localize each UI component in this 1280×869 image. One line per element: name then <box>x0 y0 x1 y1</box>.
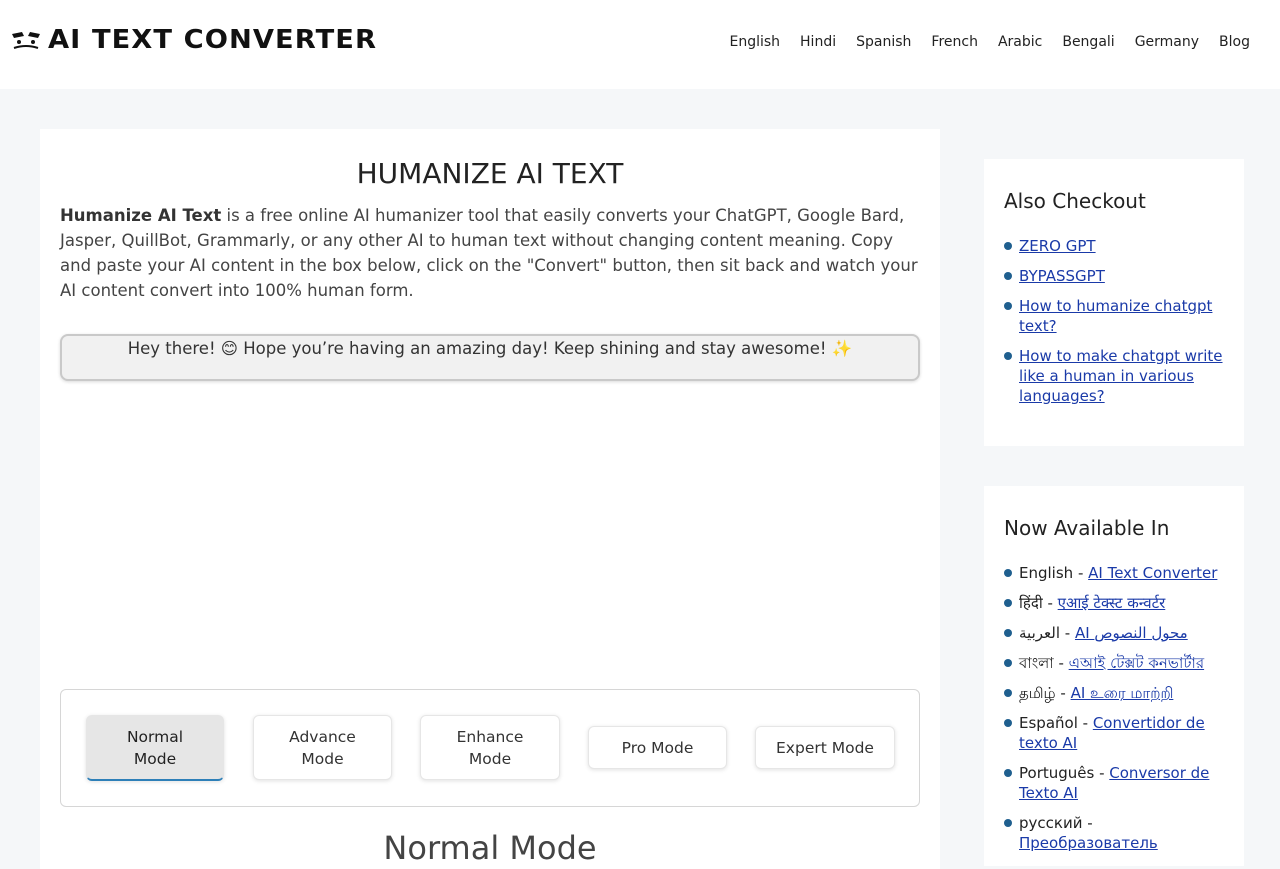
also-checkout-list: ZERO GPT BYPASSGPT How to humanize chatg… <box>1004 236 1226 416</box>
nav-spanish[interactable]: Spanish <box>856 34 911 50</box>
lang-name: Português <box>1019 764 1095 782</box>
lang-link[interactable]: AI محول النصوص <box>1075 624 1188 642</box>
mode-advance-button[interactable]: Advance Mode <box>253 715 392 780</box>
lang-link[interactable]: Преобразователь <box>1019 834 1158 852</box>
mode-pro-button[interactable]: Pro Mode <box>588 726 727 769</box>
lang-link[interactable]: এআই টেক্সট কনভার্টার <box>1069 654 1204 672</box>
link-bypassgpt[interactable]: BYPASSGPT <box>1019 267 1105 285</box>
nav-bengali[interactable]: Bengali <box>1062 34 1114 50</box>
mode-enhance-button[interactable]: Enhance Mode <box>420 715 560 780</box>
mode-selector: Normal Mode Advance Mode Enhance Mode Pr… <box>60 689 920 807</box>
lang-link[interactable]: AI Text Converter <box>1088 564 1217 582</box>
link-chatgpt-languages[interactable]: How to make chatgpt write like a human i… <box>1019 347 1223 405</box>
nav-french[interactable]: French <box>931 34 978 50</box>
also-checkout-title: Also Checkout <box>1004 189 1146 213</box>
lang-link[interactable]: AI உரை மாற்றி <box>1071 684 1174 702</box>
nav-blog[interactable]: Blog <box>1219 34 1250 50</box>
list-item: العربية - AI محول النصوص <box>1004 623 1226 643</box>
site-logo[interactable]: AI TEXT CONVERTER <box>10 24 376 56</box>
lang-name: Español <box>1019 714 1078 732</box>
list-item: हिंदी - एआई टेक्स्ट कन्वर्टर <box>1004 593 1226 613</box>
available-in-card: Now Available In English - AI Text Conve… <box>984 486 1244 866</box>
list-item: How to humanize chatgpt text? <box>1004 296 1226 336</box>
logo-text: AI TEXT CONVERTER <box>48 25 378 55</box>
page-title: HUMANIZE AI TEXT <box>356 157 624 190</box>
also-checkout-card: Also Checkout ZERO GPT BYPASSGPT How to … <box>984 159 1244 446</box>
lang-link[interactable]: एआई टेक्स्ट कन्वर्टर <box>1058 594 1166 612</box>
greeting-banner: Hey there! 😊 Hope you’re having an amazi… <box>60 334 920 381</box>
lang-name: हिंदी <box>1019 594 1043 612</box>
lang-name: English <box>1019 564 1074 582</box>
lang-name: தமிழ் <box>1019 684 1056 702</box>
list-item: Español - Convertidor de texto AI <box>1004 713 1226 753</box>
lang-name: العربية <box>1019 624 1060 642</box>
nav-hindi[interactable]: Hindi <box>800 34 836 50</box>
nav-arabic[interactable]: Arabic <box>998 34 1042 50</box>
list-item: English - AI Text Converter <box>1004 563 1226 583</box>
intro-bold: Humanize AI Text <box>60 206 222 225</box>
list-item: தமிழ் - AI உரை மாற்றி <box>1004 683 1226 703</box>
robot-face-icon <box>12 32 40 49</box>
list-item: BYPASSGPT <box>1004 266 1226 286</box>
list-item: ZERO GPT <box>1004 236 1226 256</box>
list-item: Português - Conversor de Texto AI <box>1004 763 1226 803</box>
mode-heading: Normal Mode <box>383 829 597 867</box>
link-zerogpt[interactable]: ZERO GPT <box>1019 237 1096 255</box>
mode-expert-button[interactable]: Expert Mode <box>755 726 895 769</box>
list-item: বাংলা - এআই টেক্সট কনভার্টার <box>1004 653 1226 673</box>
top-nav: English Hindi Spanish French Arabic Beng… <box>729 34 1250 50</box>
available-in-title: Now Available In <box>1004 516 1170 540</box>
main-card: HUMANIZE AI TEXT Humanize AI Text is a f… <box>40 129 940 869</box>
intro-text: Humanize AI Text is a free online AI hum… <box>60 203 920 303</box>
nav-english[interactable]: English <box>729 34 780 50</box>
available-in-list: English - AI Text Converter हिंदी - एआई … <box>1004 563 1226 863</box>
mode-normal-button[interactable]: Normal Mode <box>86 715 224 781</box>
list-item: русский - Преобразователь <box>1004 813 1226 853</box>
site-header: AI TEXT CONVERTER English Hindi Spanish … <box>0 0 1280 89</box>
lang-name: বাংলা <box>1019 654 1054 672</box>
lang-name: русский <box>1019 814 1083 832</box>
list-item: How to make chatgpt write like a human i… <box>1004 346 1226 406</box>
link-humanize-chatgpt[interactable]: How to humanize chatgpt text? <box>1019 297 1212 335</box>
nav-germany[interactable]: Germany <box>1135 34 1199 50</box>
